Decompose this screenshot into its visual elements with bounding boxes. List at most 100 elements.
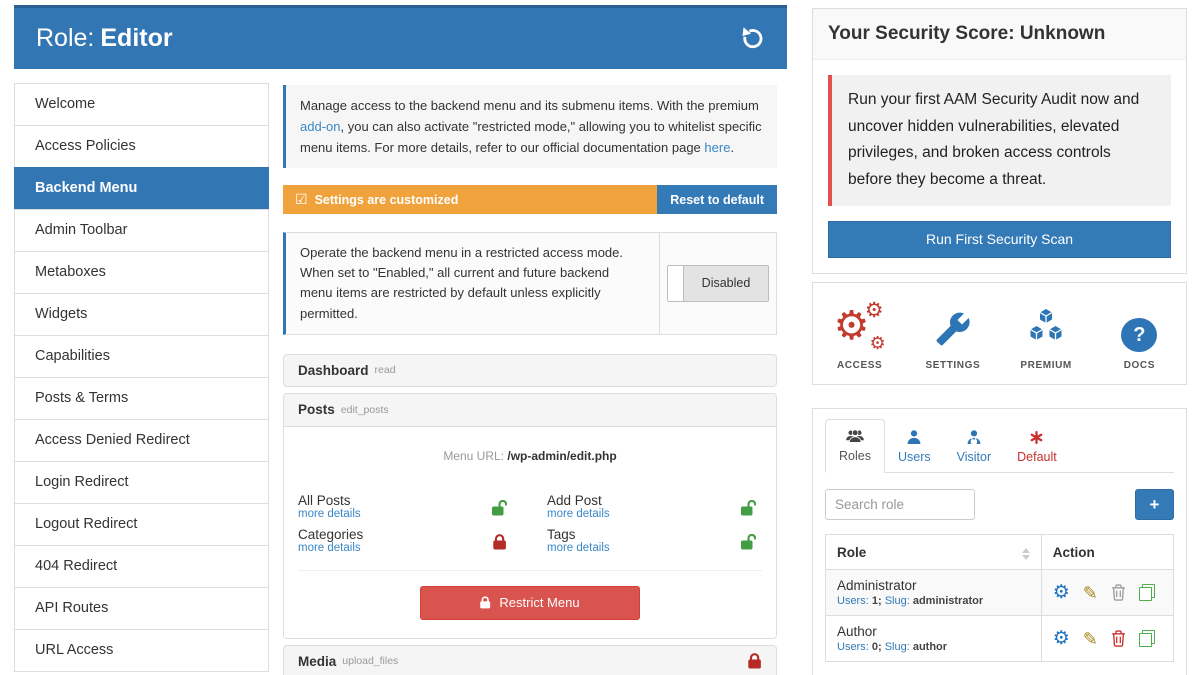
restricted-mode-toggle[interactable]: Disabled — [667, 265, 769, 302]
table-row-administrator[interactable]: Administrator Users: 1; Slug: administra… — [826, 570, 1174, 616]
security-score-title: Your Security Score: Unknown — [813, 9, 1186, 60]
more-details-link[interactable]: more details — [298, 508, 361, 520]
edit-role-icon[interactable]: ✎ — [1083, 630, 1098, 648]
tab-default[interactable]: Default — [1004, 421, 1070, 473]
sidebar-item-backend-menu[interactable]: Backend Menu — [14, 167, 269, 210]
intro-text-2: , you can also activate "restricted mode… — [300, 119, 762, 155]
quick-links-panel: ⚙ ⚙ ⚙ ACCESS SETTINGS — [812, 282, 1187, 385]
intro-text-3: . — [730, 140, 734, 155]
sidebar-item-logout-redirect[interactable]: Logout Redirect — [14, 503, 269, 546]
menu-url-value: /wp-admin/edit.php — [507, 449, 616, 463]
submenu-item-categories: Categories more details — [298, 527, 513, 554]
tab-visitor[interactable]: Visitor — [944, 421, 1005, 473]
manage-role-icon[interactable]: ⚙ — [1053, 629, 1070, 648]
edit-role-icon[interactable]: ✎ — [1083, 584, 1098, 602]
sidebar-item-admin-toolbar[interactable]: Admin Toolbar — [14, 209, 269, 252]
here-link[interactable]: here — [704, 140, 730, 155]
feature-label: ACCESS — [813, 360, 906, 371]
more-details-link[interactable]: more details — [547, 542, 610, 554]
more-details-link[interactable]: more details — [547, 508, 610, 520]
security-audit-notice: Run your first AAM Security Audit now an… — [828, 75, 1171, 206]
sort-icon — [1022, 548, 1030, 560]
settings-customized-bar: ☑ Settings are customized Reset to defau… — [283, 185, 777, 214]
sidebar-item-api-routes[interactable]: API Routes — [14, 587, 269, 630]
restricted-mode-box: Operate the backend menu in a restricted… — [283, 232, 777, 335]
intro-text-1: Manage access to the backend menu and it… — [300, 98, 759, 113]
sidebar-item-login-redirect[interactable]: Login Redirect — [14, 461, 269, 504]
feature-premium[interactable]: PREMIUM — [1000, 300, 1093, 371]
run-security-scan-button[interactable]: Run First Security Scan — [828, 221, 1171, 258]
feature-label: SETTINGS — [906, 360, 999, 371]
subject-panel: Roles Users Visitor — [812, 408, 1187, 675]
wrench-icon — [935, 311, 971, 352]
asterisk-icon — [1017, 428, 1057, 446]
lock-icon — [480, 596, 491, 609]
unlock-icon[interactable] — [741, 534, 762, 550]
delete-role-icon[interactable] — [1111, 630, 1126, 647]
unlock-icon[interactable] — [741, 500, 762, 516]
divider — [298, 570, 762, 571]
toggle-state-label: Disabled — [684, 266, 768, 301]
role-name: Editor — [100, 24, 172, 52]
role-prefix: Role: — [36, 24, 94, 52]
feature-access[interactable]: ⚙ ⚙ ⚙ ACCESS — [813, 300, 906, 371]
page-title: Role:Editor — [36, 24, 173, 53]
feature-settings[interactable]: SETTINGS — [906, 300, 999, 371]
more-details-link[interactable]: more details — [298, 542, 363, 554]
submenu-item-tags: Tags more details — [547, 527, 762, 554]
reset-to-default-button[interactable]: Reset to default — [657, 185, 777, 214]
feature-sidebar: Welcome Access Policies Backend Menu Adm… — [14, 83, 269, 672]
feature-label: PREMIUM — [1000, 360, 1093, 371]
role-meta: Users: 1; Slug: administrator — [837, 595, 1030, 607]
menu-row-media[interactable]: Media upload_files — [283, 645, 777, 675]
clone-role-icon[interactable] — [1139, 584, 1155, 601]
aam-plugin-page: Role:Editor Welcome Access Policies Back… — [0, 0, 1200, 675]
sidebar-item-capabilities[interactable]: Capabilities — [14, 335, 269, 378]
settings-customized-label: ☑ Settings are customized — [283, 185, 657, 214]
toggle-knob — [668, 266, 684, 301]
sidebar-item-url-access[interactable]: URL Access — [14, 629, 269, 672]
posts-panel-body: Menu URL: /wp-admin/edit.php All Posts m… — [284, 427, 776, 638]
visitor-lock-icon — [957, 428, 992, 446]
submenu-name: Tags — [547, 527, 610, 542]
menu-item-name: Posts — [298, 402, 335, 417]
delete-role-icon[interactable] — [1111, 584, 1126, 601]
tab-roles[interactable]: Roles — [825, 419, 885, 473]
sidebar-item-metaboxes[interactable]: Metaboxes — [14, 251, 269, 294]
tab-users[interactable]: Users — [885, 421, 944, 473]
sidebar-item-widgets[interactable]: Widgets — [14, 293, 269, 336]
role-name: Author — [837, 624, 1030, 639]
menu-item-capability: upload_files — [342, 655, 398, 667]
submenu-item-add-post: Add Post more details — [547, 493, 762, 520]
manage-role-icon[interactable]: ⚙ — [1053, 583, 1070, 602]
addon-link[interactable]: add-on — [300, 119, 340, 134]
sidebar-item-access-policies[interactable]: Access Policies — [14, 125, 269, 168]
submenu-name: Categories — [298, 527, 363, 542]
refresh-icon[interactable] — [739, 26, 765, 52]
unlock-icon[interactable] — [492, 500, 513, 516]
action-column-header: Action — [1041, 535, 1173, 570]
menu-item-capability: read — [375, 364, 396, 376]
tab-label: Roles — [839, 449, 871, 463]
question-icon: ? — [1121, 318, 1157, 352]
role-column-header[interactable]: Role — [826, 535, 1042, 570]
lock-icon[interactable] — [493, 534, 513, 550]
add-role-button[interactable]: + — [1135, 489, 1174, 520]
lock-icon[interactable] — [748, 653, 762, 669]
clone-role-icon[interactable] — [1139, 630, 1155, 647]
table-row-author[interactable]: Author Users: 0; Slug: author ⚙ ✎ — [826, 616, 1174, 662]
sidebar-item-404-redirect[interactable]: 404 Redirect — [14, 545, 269, 588]
sidebar-item-posts-terms[interactable]: Posts & Terms — [14, 377, 269, 420]
feature-docs[interactable]: ? DOCS — [1093, 300, 1186, 371]
subject-tabs: Roles Users Visitor — [825, 419, 1174, 473]
settings-customized-text: Settings are customized — [315, 193, 459, 207]
sidebar-item-access-denied-redirect[interactable]: Access Denied Redirect — [14, 419, 269, 462]
search-role-input[interactable] — [825, 489, 975, 520]
intro-notice: Manage access to the backend menu and it… — [283, 85, 777, 168]
menu-row-posts[interactable]: Posts edit_posts — [284, 394, 776, 427]
tab-label: Default — [1017, 450, 1057, 464]
roles-group-icon — [839, 427, 871, 445]
menu-row-dashboard[interactable]: Dashboard read — [283, 354, 777, 387]
sidebar-item-welcome[interactable]: Welcome — [14, 83, 269, 126]
restrict-menu-button[interactable]: Restrict Menu — [420, 586, 640, 620]
